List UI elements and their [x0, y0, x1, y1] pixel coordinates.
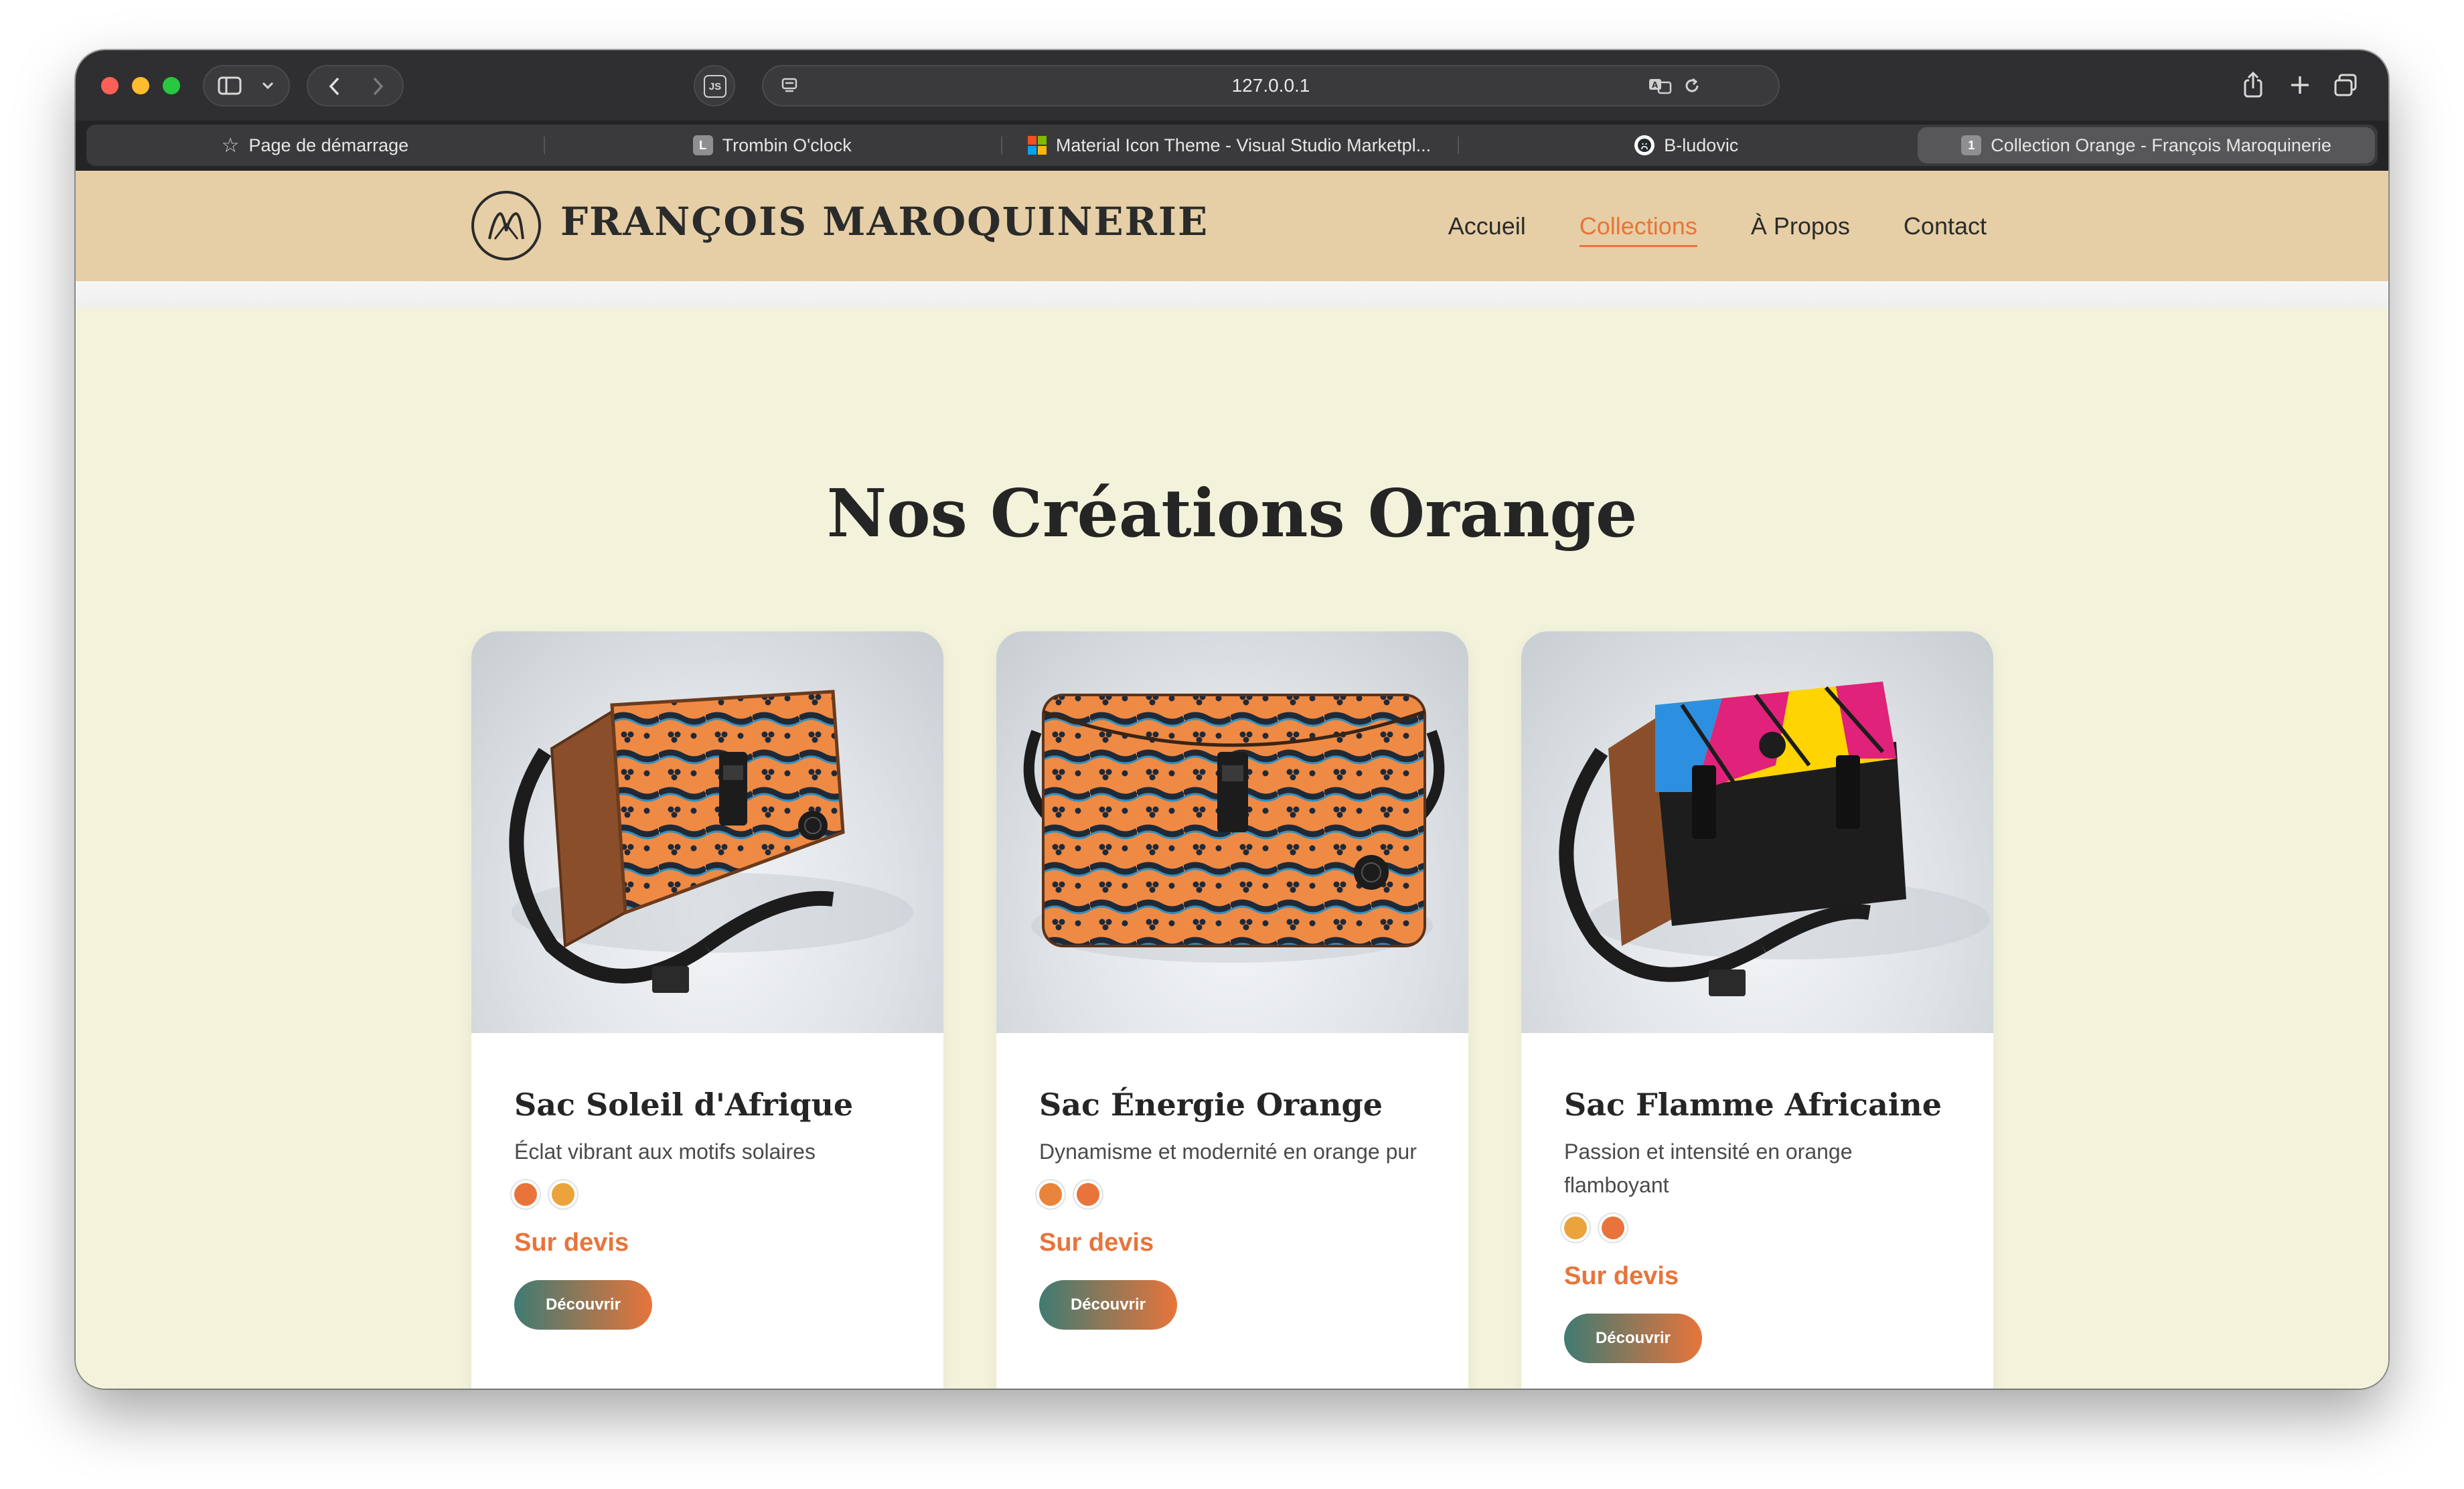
nav-accueil[interactable]: Accueil	[1448, 212, 1526, 240]
chevron-down-icon[interactable]	[259, 77, 277, 94]
brand-logo-icon[interactable]	[471, 191, 541, 260]
card-body: Sac Flamme Africaine Passion et intensit…	[1564, 1033, 1960, 1363]
star-icon: ☆	[221, 134, 240, 157]
product-card[interactable]: Sac Soleil d'Afrique Éclat vibrant aux m…	[471, 631, 943, 1389]
discover-button[interactable]: Découvrir	[514, 1280, 652, 1330]
product-description: Passion et intensité en orange flamboyan…	[1564, 1140, 1853, 1197]
product-image[interactable]	[471, 631, 943, 1033]
nav-a-propos[interactable]: À Propos	[1751, 212, 1850, 240]
discover-button[interactable]: Découvrir	[1039, 1280, 1177, 1330]
discover-button[interactable]: Découvrir	[1564, 1314, 1702, 1363]
tab-strip: ☆ Page de démarrage L Trombin O'clock Ma…	[86, 125, 2378, 166]
share-icon[interactable]	[2238, 69, 2268, 101]
tab-number-icon: 1	[1961, 135, 1982, 155]
nav-contact[interactable]: Contact	[1904, 212, 1987, 240]
address-bar[interactable]: 127.0.0.1 A	[762, 65, 1780, 106]
product-price: Sur devis	[1039, 1229, 1154, 1257]
new-tab-icon[interactable]	[2285, 70, 2315, 100]
color-swatches	[1039, 1183, 1435, 1206]
forward-icon[interactable]	[366, 74, 390, 98]
tab-trombin[interactable]: L Trombin O'clock	[543, 125, 1001, 166]
color-swatch[interactable]	[1039, 1183, 1062, 1206]
tab-material-icon-theme[interactable]: Material Icon Theme - Visual Studio Mark…	[1000, 125, 1458, 166]
header-divider	[76, 281, 2388, 308]
tab-label: Collection Orange - François Maroquineri…	[1991, 135, 2331, 155]
nav-collections[interactable]: Collections	[1579, 212, 1697, 247]
tab-label: Material Icon Theme - Visual Studio Mark…	[1055, 135, 1432, 155]
translate-icon[interactable]: A	[1647, 74, 1674, 97]
sidebar-toggle-group	[203, 65, 290, 106]
color-swatch[interactable]	[552, 1183, 574, 1206]
product-description: Dynamisme et modernité en orange pur	[1039, 1140, 1417, 1164]
close-window-button[interactable]	[101, 77, 119, 94]
site-header: FRANÇOIS MAROQUINERIE Accueil Collection…	[76, 171, 2388, 281]
product-card[interactable]: Sac Flamme Africaine Passion et intensit…	[1521, 631, 1993, 1389]
product-image[interactable]	[996, 631, 1468, 1033]
product-price: Sur devis	[1564, 1262, 1679, 1290]
zoom-window-button[interactable]	[163, 77, 180, 94]
reload-icon[interactable]	[1681, 74, 1703, 97]
js-extension-button[interactable]: JS	[694, 65, 735, 106]
tab-label: B-ludovic	[1664, 135, 1739, 155]
minimize-window-button[interactable]	[132, 77, 149, 94]
color-swatch[interactable]	[514, 1183, 537, 1206]
page-title: Nos Créations Orange	[826, 475, 1638, 552]
color-swatches	[1564, 1217, 1960, 1239]
tab-label: Trombin O'clock	[722, 135, 852, 155]
product-description: Éclat vibrant aux motifs solaires	[514, 1140, 816, 1164]
javascript-icon: JS	[704, 75, 726, 98]
product-title: Sac Soleil d'Afrique	[514, 1087, 854, 1123]
main-nav: Accueil Collections À Propos Contact	[1448, 171, 1987, 281]
l-letter-icon: L	[692, 135, 713, 155]
tab-github[interactable]: B-ludovic	[1458, 125, 1915, 166]
back-icon[interactable]	[323, 74, 347, 98]
tab-start-page[interactable]: ☆ Page de démarrage	[86, 125, 544, 166]
color-swatch[interactable]	[1602, 1217, 1624, 1239]
tab-label: Page de démarrage	[248, 135, 409, 155]
brand-name[interactable]: FRANÇOIS MAROQUINERIE	[560, 199, 1209, 244]
product-title: Sac Flamme Africaine	[1564, 1087, 1942, 1123]
color-swatch[interactable]	[1077, 1183, 1099, 1206]
card-body: Sac Soleil d'Afrique Éclat vibrant aux m…	[514, 1033, 910, 1330]
color-swatch[interactable]	[1564, 1217, 1587, 1239]
product-card[interactable]: Sac Énergie Orange Dynamisme et modernit…	[996, 631, 1468, 1389]
browser-toolbar: JS 127.0.0.1 A	[76, 50, 2388, 121]
product-title: Sac Énergie Orange	[1039, 1087, 1383, 1123]
github-icon	[1634, 135, 1655, 155]
card-body: Sac Énergie Orange Dynamisme et modernit…	[1039, 1033, 1435, 1330]
sidebar-icon[interactable]	[216, 76, 243, 96]
collection-section: Nos Créations Orange Sac Soleil d'Afriqu…	[76, 308, 2388, 1389]
tab-collection-orange[interactable]: 1 Collection Orange - François Maroquine…	[1918, 127, 2375, 163]
svg-text:A: A	[1652, 80, 1659, 90]
tab-overview-icon[interactable]	[2331, 70, 2360, 100]
history-nav-group	[307, 65, 404, 106]
product-price: Sur devis	[514, 1229, 629, 1257]
url-text: 127.0.0.1	[1231, 75, 1310, 96]
microsoft-icon	[1027, 136, 1047, 155]
color-swatches	[514, 1183, 910, 1206]
product-image[interactable]	[1521, 631, 1993, 1033]
browser-window: JS 127.0.0.1 A ☆ Page de démarrage L Tro…	[76, 50, 2388, 1389]
tab-bar: ☆ Page de démarrage L Trombin O'clock Ma…	[76, 121, 2388, 171]
